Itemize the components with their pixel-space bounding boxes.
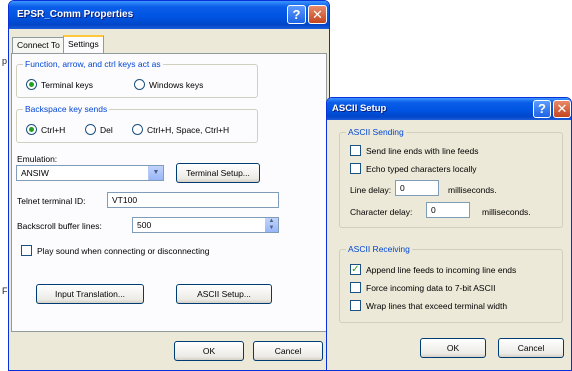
ascii-sending-legend: ASCII Sending	[346, 127, 406, 137]
ok-button[interactable]: OK	[420, 338, 486, 358]
spin-arrows-icon[interactable]: ▲ ▼	[265, 218, 278, 232]
append-line-feeds-checkbox[interactable]: ✓ Append line feeds to incoming line end…	[350, 264, 516, 275]
telnet-id-label: Telnet terminal ID:	[17, 196, 86, 206]
backscroll-label: Backscroll buffer lines:	[17, 221, 102, 231]
force-7bit-checkbox[interactable]: Force incoming data to 7-bit ASCII	[350, 282, 495, 293]
tab-connect-to[interactable]: Connect To	[12, 37, 65, 54]
ctrl-h-label: Ctrl+H	[41, 124, 66, 135]
play-sound-label: Play sound when connecting or disconnect…	[37, 245, 210, 256]
backspace-group-legend: Backspace key sends	[23, 104, 110, 114]
line-delay-input[interactable]: 0	[395, 180, 439, 196]
emulation-value: ANSIW	[21, 168, 49, 178]
append-line-feeds-label: Append line feeds to incoming line ends	[366, 264, 517, 275]
background-fragment: p	[2, 56, 8, 66]
char-delay-label: Character delay:	[350, 207, 413, 217]
backspace-group: Backspace key sends Ctrl+H Del Ctrl+H, S…	[16, 104, 258, 143]
echo-label: Echo typed characters locally	[366, 163, 477, 174]
cancel-button[interactable]: Cancel	[498, 338, 564, 358]
windows-keys-label: Windows keys	[149, 79, 204, 90]
ctrl-h-space-label: Ctrl+H, Space, Ctrl+H	[147, 124, 230, 135]
wrap-lines-label: Wrap lines that exceed terminal width	[366, 300, 508, 311]
checkmark-icon: ✓	[350, 264, 361, 275]
checkbox-empty-icon	[350, 145, 361, 156]
chevron-down-icon[interactable]: ▼	[148, 166, 163, 180]
background-fragment: F	[2, 286, 8, 296]
checkbox-empty-icon	[350, 163, 361, 174]
line-delay-unit: milliseconds.	[448, 185, 497, 195]
ctrl-h-space-radio[interactable]: Ctrl+H, Space, Ctrl+H	[132, 124, 229, 135]
send-line-ends-label: Send line ends with line feeds	[366, 145, 479, 156]
close-button[interactable]: ✕	[308, 5, 327, 24]
line-delay-label: Line delay:	[350, 185, 392, 195]
ascii-receiving-legend: ASCII Receiving	[346, 244, 412, 254]
wrap-lines-checkbox[interactable]: Wrap lines that exceed terminal width	[350, 300, 507, 311]
radio-unselected-icon	[134, 79, 145, 90]
del-label: Del	[100, 124, 113, 135]
send-line-ends-checkbox[interactable]: Send line ends with line feeds	[350, 145, 478, 156]
cancel-button[interactable]: Cancel	[253, 341, 323, 361]
ascii-setup-button[interactable]: ASCII Setup...	[176, 284, 272, 304]
char-delay-unit: milliseconds.	[482, 207, 531, 217]
ok-button[interactable]: OK	[174, 341, 244, 361]
terminal-setup-button[interactable]: Terminal Setup...	[176, 163, 260, 183]
comm-titlebar[interactable]: EPSR_Comm Properties ? ✕	[9, 1, 329, 29]
ascii-receiving-group: ASCII Receiving ✓ Append line feeds to i…	[339, 244, 563, 323]
radio-unselected-icon	[132, 124, 143, 135]
ascii-setup-window: ASCII Setup ? ✕ ASCII Sending Send line …	[326, 97, 572, 371]
emulation-label: Emulation:	[17, 154, 58, 164]
input-translation-button[interactable]: Input Translation...	[36, 284, 144, 304]
checkbox-empty-icon	[21, 245, 32, 256]
backscroll-value: 500	[137, 220, 152, 230]
comm-properties-window: EPSR_Comm Properties ? ✕ Connect To Sett…	[8, 0, 330, 371]
radio-selected-icon	[26, 124, 37, 135]
del-radio[interactable]: Del	[85, 124, 113, 135]
telnet-id-input[interactable]: VT100	[107, 192, 279, 208]
checkbox-empty-icon	[350, 300, 361, 311]
terminal-keys-label: Terminal keys	[41, 79, 93, 90]
ascii-sending-group: ASCII Sending Send line ends with line f…	[339, 127, 563, 228]
windows-keys-radio[interactable]: Windows keys	[134, 79, 203, 90]
force-7bit-label: Force incoming data to 7-bit ASCII	[366, 282, 496, 293]
tab-settings[interactable]: Settings	[63, 35, 104, 54]
settings-panel: Function, arrow, and ctrl keys act as Te…	[11, 53, 327, 332]
checkbox-empty-icon	[350, 282, 361, 293]
comm-window-title: EPSR_Comm Properties	[17, 9, 134, 20]
close-button[interactable]: ✕	[553, 100, 571, 118]
keys-group-legend: Function, arrow, and ctrl keys act as	[23, 59, 163, 69]
help-button[interactable]: ?	[287, 5, 306, 24]
ascii-window-title: ASCII Setup	[332, 103, 387, 114]
ascii-titlebar[interactable]: ASCII Setup ? ✕	[327, 98, 571, 120]
char-delay-input[interactable]: 0	[426, 202, 470, 218]
play-sound-checkbox[interactable]: Play sound when connecting or disconnect…	[21, 245, 209, 256]
emulation-select[interactable]: ANSIW ▼	[16, 165, 164, 181]
radio-selected-icon	[26, 79, 37, 90]
help-button[interactable]: ?	[533, 100, 551, 118]
radio-unselected-icon	[85, 124, 96, 135]
backscroll-stepper[interactable]: 500 ▲ ▼	[132, 217, 279, 233]
keys-group: Function, arrow, and ctrl keys act as Te…	[16, 59, 258, 98]
terminal-keys-radio[interactable]: Terminal keys	[26, 79, 93, 90]
echo-checkbox[interactable]: Echo typed characters locally	[350, 163, 477, 174]
ctrl-h-radio[interactable]: Ctrl+H	[26, 124, 65, 135]
